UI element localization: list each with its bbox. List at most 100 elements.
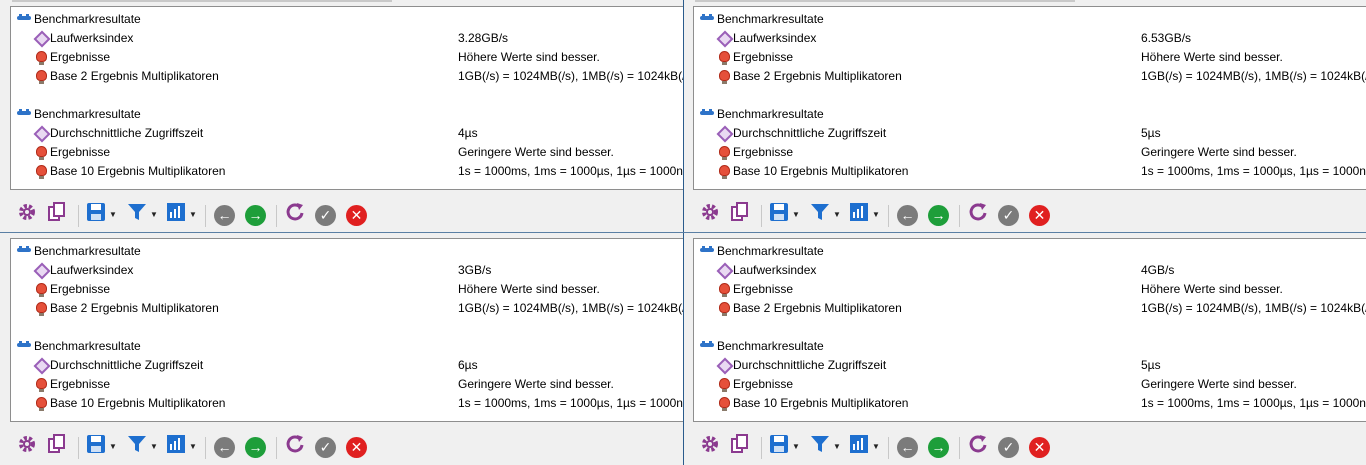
back-button[interactable]: ← <box>214 203 235 227</box>
group-header[interactable]: Benchmarkresultate <box>11 337 683 356</box>
scrollbar[interactable] <box>12 0 392 2</box>
result-row[interactable]: Base 2 Ergebnis Multiplikatoren 1GB(/s) =… <box>694 299 1366 318</box>
group-header[interactable]: Benchmarkresultate <box>694 337 1366 356</box>
result-row[interactable]: Base 10 Ergebnis Multiplikatoren 1s = 100… <box>11 394 683 413</box>
chevron-down-icon[interactable]: ▼ <box>792 210 800 219</box>
settings-button[interactable] <box>16 203 38 227</box>
result-row[interactable]: Durchschnittliche Zugriffszeit 6µs <box>11 356 683 375</box>
chart-button[interactable] <box>165 202 187 227</box>
save-button[interactable] <box>768 202 790 227</box>
copy-button[interactable] <box>46 433 68 459</box>
result-row[interactable]: Base 2 Ergebnis Multiplikatoren 1GB(/s) =… <box>694 67 1366 86</box>
copy-button[interactable] <box>46 201 68 227</box>
group-header[interactable]: Benchmarkresultate <box>11 10 683 29</box>
filter-button[interactable] <box>809 203 831 227</box>
close-button[interactable]: ✕ <box>346 203 367 227</box>
result-row[interactable]: Ergebnisse Höhere Werte sind besser. <box>694 48 1366 67</box>
ok-button[interactable]: ✓ <box>998 435 1019 459</box>
result-value: Höhere Werte sind besser. <box>458 282 600 296</box>
chart-icon <box>848 433 870 462</box>
close-button[interactable]: ✕ <box>346 435 367 459</box>
result-row[interactable]: Laufwerksindex 6.53GB/s <box>694 29 1366 48</box>
settings-icon <box>16 201 38 230</box>
forward-button[interactable]: → <box>245 203 266 227</box>
result-row[interactable]: Laufwerksindex 3GB/s <box>11 261 683 280</box>
chart-icon <box>165 433 187 462</box>
result-row[interactable]: Ergebnisse Geringere Werte sind besser. <box>694 143 1366 162</box>
chart-button[interactable] <box>165 433 187 462</box>
chevron-down-icon[interactable]: ▼ <box>833 210 841 219</box>
back-button[interactable]: ← <box>897 435 918 459</box>
group-header[interactable]: Benchmarkresultate <box>694 10 1366 29</box>
save-button[interactable] <box>85 202 107 227</box>
ok-button[interactable]: ✓ <box>315 203 336 227</box>
refresh-button[interactable] <box>284 202 306 227</box>
save-button[interactable] <box>85 434 107 459</box>
refresh-button[interactable] <box>284 434 306 459</box>
result-row[interactable]: Durchschnittliche Zugriffszeit 5µs <box>694 124 1366 143</box>
scrollbar[interactable] <box>695 0 1075 2</box>
ok-button[interactable]: ✓ <box>315 435 336 459</box>
group-header[interactable]: Benchmarkresultate <box>694 105 1366 124</box>
result-row[interactable]: Base 10 Ergebnis Multiplikatoren 1s = 100… <box>694 394 1366 413</box>
result-row[interactable]: Ergebnisse Geringere Werte sind besser. <box>11 375 683 394</box>
chevron-down-icon[interactable]: ▼ <box>872 442 880 451</box>
group-header[interactable]: Benchmarkresultate <box>694 242 1366 261</box>
result-row[interactable]: Laufwerksindex 4GB/s <box>694 261 1366 280</box>
forward-button[interactable]: → <box>928 203 949 227</box>
result-group: Benchmarkresultate Durchschnittliche Zugr… <box>11 105 683 181</box>
close-button[interactable]: ✕ <box>1029 435 1050 459</box>
refresh-button[interactable] <box>967 434 989 459</box>
chevron-down-icon[interactable]: ▼ <box>189 442 197 451</box>
chart-button[interactable] <box>848 433 870 462</box>
chart-button[interactable] <box>848 202 870 227</box>
chevron-down-icon[interactable]: ▼ <box>150 210 158 219</box>
result-row[interactable]: Base 2 Ergebnis Multiplikatoren 1GB(/s) =… <box>11 67 683 86</box>
result-label: Ergebnisse <box>50 145 111 159</box>
back-icon: ← <box>897 436 918 458</box>
bulb-icon <box>719 283 730 297</box>
settings-button[interactable] <box>16 435 38 459</box>
result-row[interactable]: Ergebnisse Höhere Werte sind besser. <box>11 280 683 299</box>
close-icon: ✕ <box>1029 436 1050 458</box>
chevron-down-icon[interactable]: ▼ <box>109 210 117 219</box>
result-row[interactable]: Ergebnisse Höhere Werte sind besser. <box>694 280 1366 299</box>
refresh-button[interactable] <box>967 202 989 227</box>
result-value: 3GB/s <box>458 263 492 277</box>
result-label: Durchschnittliche Zugriffszeit <box>50 126 204 140</box>
chevron-down-icon[interactable]: ▼ <box>109 442 117 451</box>
result-row[interactable]: Ergebnisse Geringere Werte sind besser. <box>694 375 1366 394</box>
settings-icon <box>699 201 721 230</box>
chevron-down-icon[interactable]: ▼ <box>150 442 158 451</box>
back-button[interactable]: ← <box>897 203 918 227</box>
result-row[interactable]: Ergebnisse Geringere Werte sind besser. <box>11 143 683 162</box>
result-row[interactable]: Durchschnittliche Zugriffszeit 4µs <box>11 124 683 143</box>
forward-icon: → <box>928 204 949 226</box>
result-row[interactable]: Durchschnittliche Zugriffszeit 5µs <box>694 356 1366 375</box>
group-header[interactable]: Benchmarkresultate <box>11 105 683 124</box>
chevron-down-icon[interactable]: ▼ <box>189 210 197 219</box>
filter-button[interactable] <box>126 203 148 227</box>
back-button[interactable]: ← <box>214 435 235 459</box>
result-row[interactable]: Base 10 Ergebnis Multiplikatoren 1s = 100… <box>11 162 683 181</box>
result-value: 5µs <box>1141 358 1161 372</box>
save-button[interactable] <box>768 434 790 459</box>
result-row[interactable]: Base 10 Ergebnis Multiplikatoren 1s = 100… <box>694 162 1366 181</box>
chevron-down-icon[interactable]: ▼ <box>792 442 800 451</box>
filter-button[interactable] <box>809 435 831 459</box>
ok-button[interactable]: ✓ <box>998 203 1019 227</box>
settings-button[interactable] <box>699 435 721 459</box>
result-row[interactable]: Base 2 Ergebnis Multiplikatoren 1GB(/s) =… <box>11 299 683 318</box>
copy-button[interactable] <box>729 433 751 459</box>
filter-button[interactable] <box>126 435 148 459</box>
forward-button[interactable]: → <box>245 435 266 459</box>
chevron-down-icon[interactable]: ▼ <box>872 210 880 219</box>
result-row[interactable]: Laufwerksindex 3.28GB/s <box>11 29 683 48</box>
group-header[interactable]: Benchmarkresultate <box>11 242 683 261</box>
chevron-down-icon[interactable]: ▼ <box>833 442 841 451</box>
copy-button[interactable] <box>729 201 751 227</box>
settings-button[interactable] <box>699 203 721 227</box>
forward-button[interactable]: → <box>928 435 949 459</box>
result-row[interactable]: Ergebnisse Höhere Werte sind besser. <box>11 48 683 67</box>
close-button[interactable]: ✕ <box>1029 203 1050 227</box>
